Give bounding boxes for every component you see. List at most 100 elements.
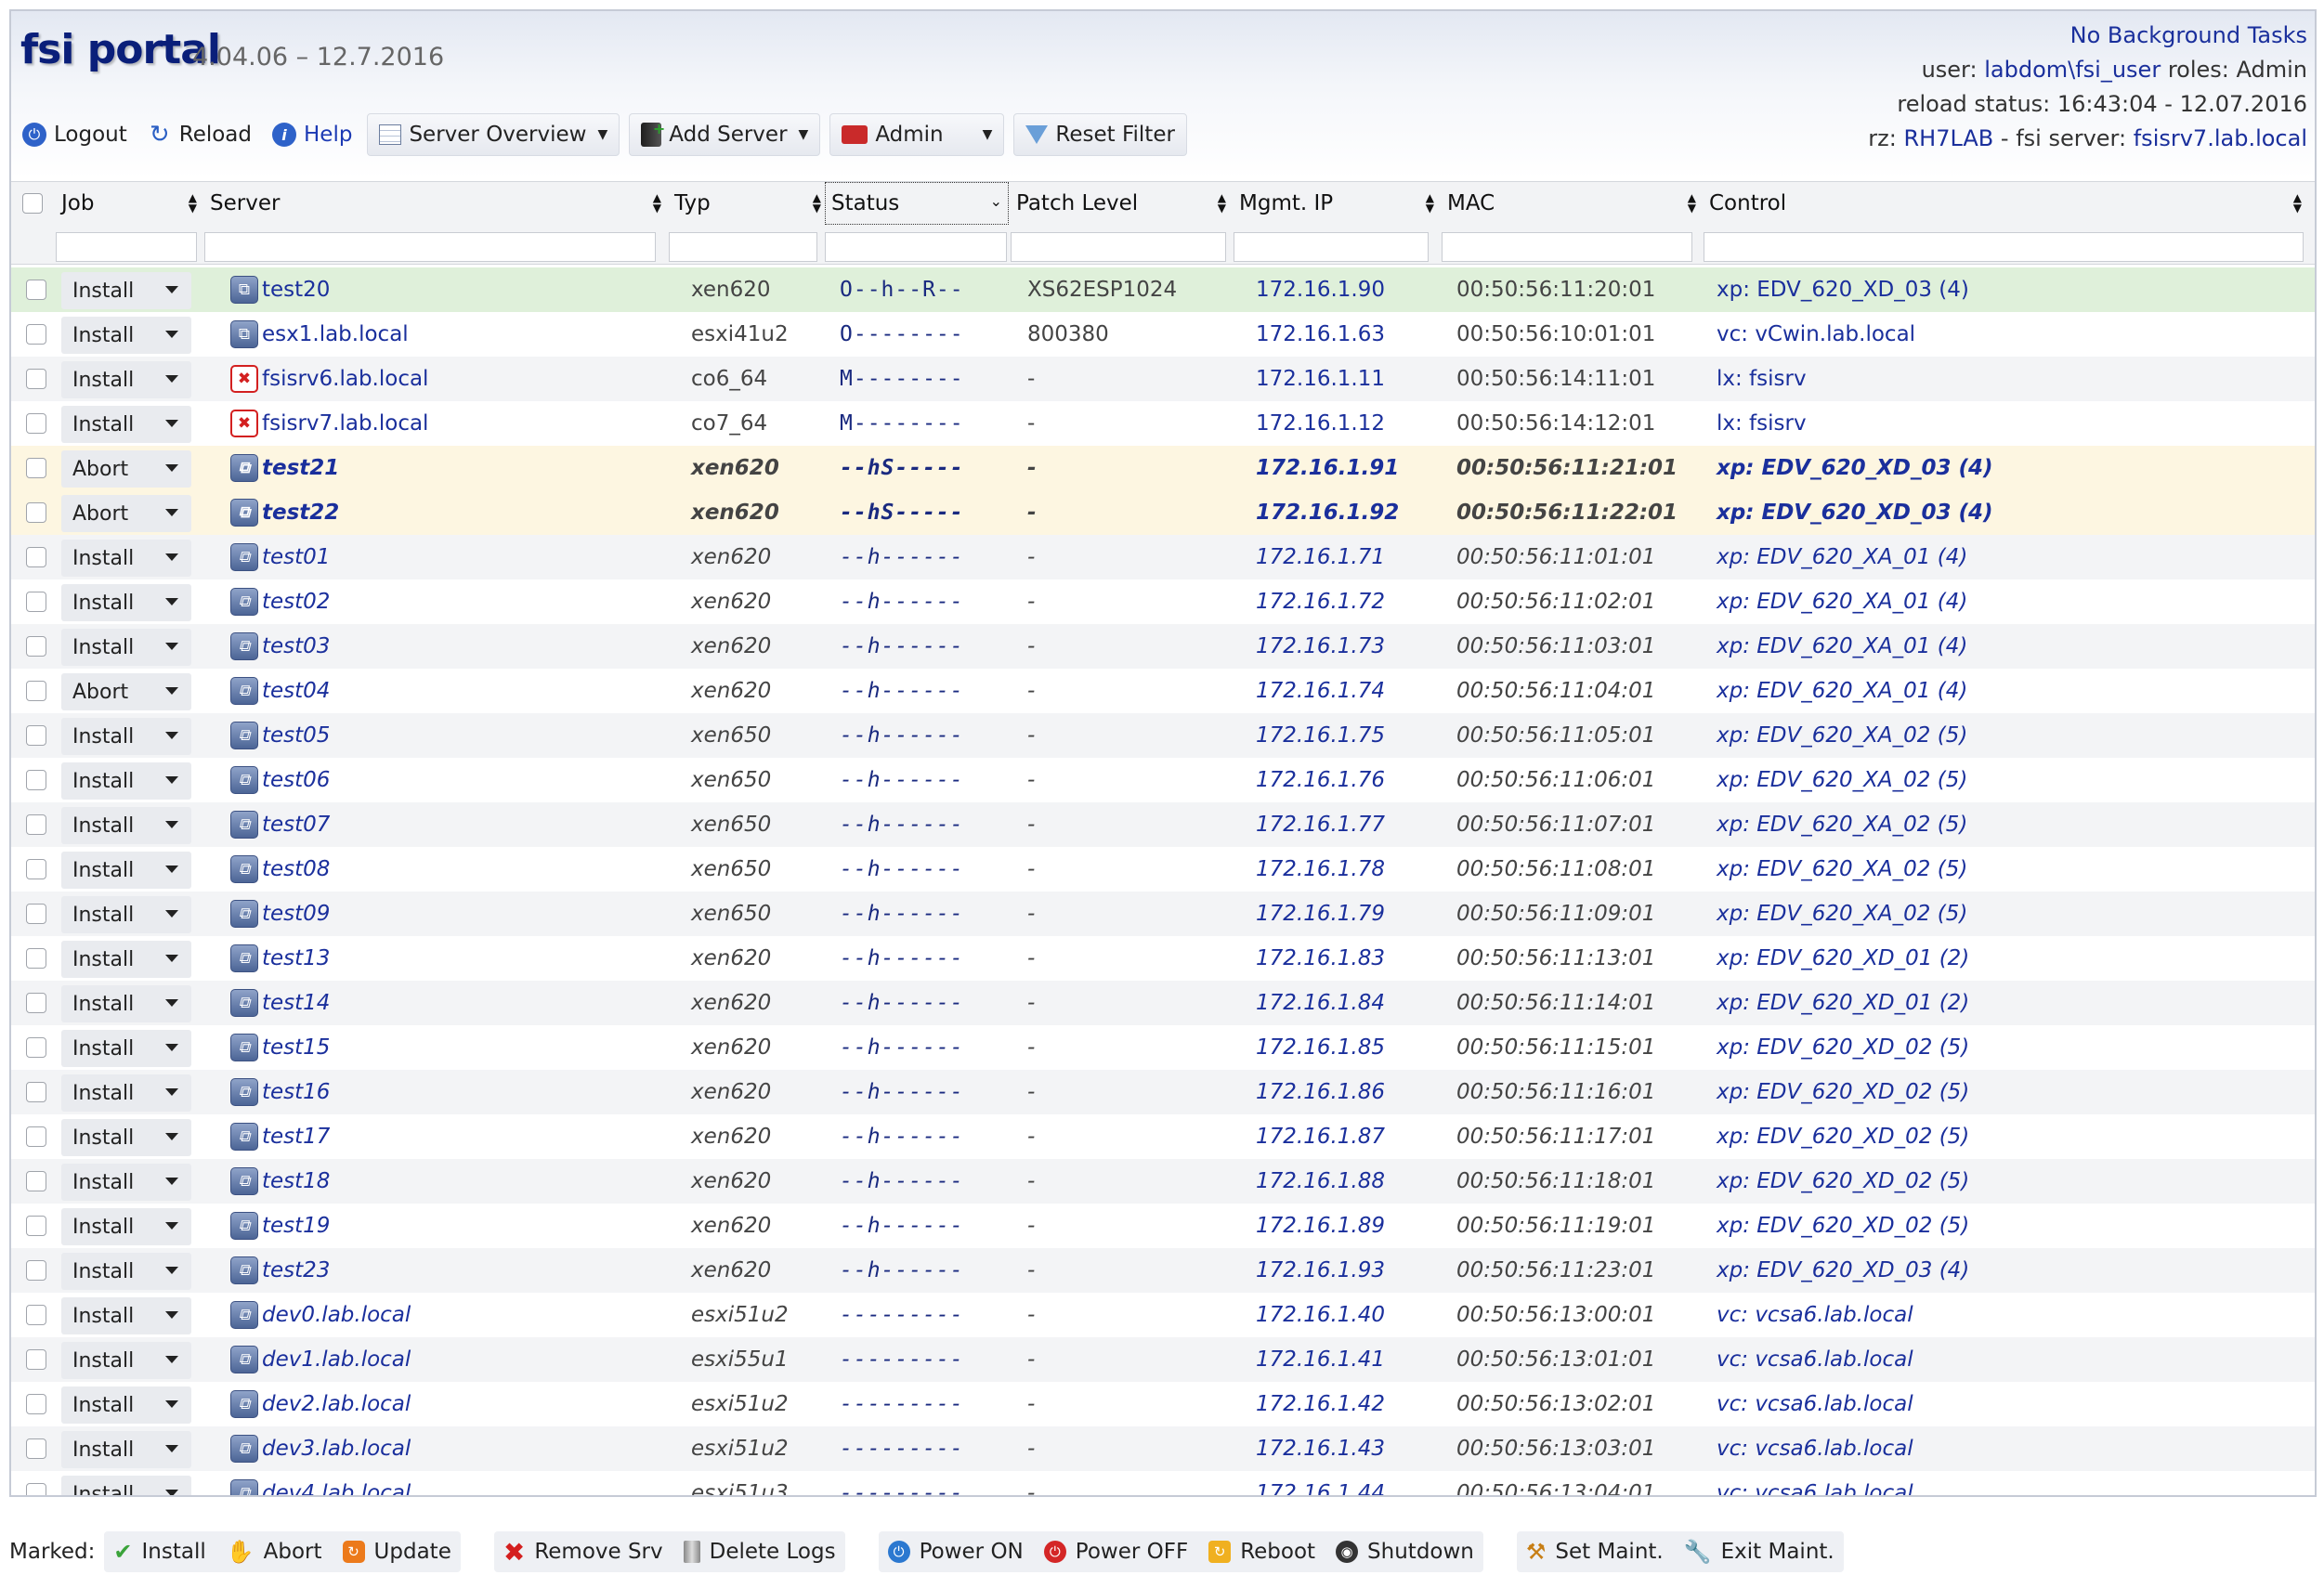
table-row[interactable]: Install ⧉ test18 xen620 --h------ - 172.16.1.8… [11,1159,2315,1204]
job-select[interactable]: Install [61,985,191,1022]
server-filter-input[interactable] [204,232,656,262]
column-mgmt-ip[interactable]: Mgmt. IP ▲ ▼ [1234,182,1440,225]
control-cell[interactable]: xp: EDV_620_XD_02 (5) [1717,1070,1969,1114]
control-cell[interactable]: xp: EDV_620_XA_02 (5) [1717,758,1967,802]
server-link[interactable]: test18 [262,1169,330,1193]
server-link[interactable]: test08 [262,857,330,881]
job-select[interactable]: Abort [61,673,191,710]
job-select[interactable]: Install [61,1476,191,1495]
job-filter-input[interactable] [56,232,197,262]
server-link[interactable]: test05 [262,723,330,748]
mgmt-ip-cell[interactable]: 172.16.1.86 [1256,1070,1385,1114]
add-server-menu[interactable]: + Add Server ▼ [629,113,821,156]
job-select[interactable]: Install [61,1297,191,1334]
fsi-server-link[interactable]: fsisrv7.lab.local [2134,125,2307,151]
server-overview-menu[interactable]: Server Overview ▼ [367,113,620,156]
server-link[interactable]: dev3.lab.local [262,1437,411,1461]
control-cell[interactable]: xp: EDV_620_XA_02 (5) [1717,847,1967,892]
job-select[interactable]: Install [61,1253,191,1290]
row-checkbox[interactable] [26,1171,46,1191]
control-cell[interactable]: xp: EDV_620_XD_01 (2) [1717,981,1969,1025]
row-checkbox[interactable] [26,1438,46,1459]
control-cell[interactable]: lx: fsisrv [1717,401,1807,446]
job-select[interactable]: Install [61,540,191,577]
column-typ[interactable]: Typ ▲ ▼ [669,182,827,225]
table-row[interactable]: Install ⧉ test07 xen650 --h------ - 172.16.1.7… [11,802,2315,847]
abort-marked-button[interactable]: ✋ Abort [227,1539,322,1565]
table-row[interactable]: Install ⧉ test05 xen650 --h------ - 172.16.1.7… [11,713,2315,758]
reset-filter-button[interactable]: Reset Filter [1013,113,1187,156]
row-checkbox[interactable] [26,592,46,612]
update-marked-button[interactable]: ↻ Update [342,1540,451,1564]
reboot-button[interactable]: ↻ Reboot [1208,1540,1315,1564]
table-row[interactable]: Install ⧉ test17 xen620 --h------ - 172.16.1.8… [11,1114,2315,1159]
row-checkbox[interactable] [26,725,46,746]
control-cell[interactable]: xp: EDV_620_XA_02 (5) [1717,802,1967,847]
column-control[interactable]: Control ▲ ▼ [1704,182,2307,225]
job-select[interactable]: Install [61,1074,191,1112]
mgmt-ip-cell[interactable]: 172.16.1.83 [1256,936,1385,981]
mgmt-ip-cell[interactable]: 172.16.1.43 [1256,1426,1385,1471]
mgmt-ip-cell[interactable]: 172.16.1.79 [1256,892,1385,936]
row-checkbox[interactable] [26,814,46,835]
table-row[interactable]: Abort ⧉ test04 xen620 --h------ - 172.16.1.74 0… [11,669,2315,713]
control-cell[interactable]: vc: vCwin.lab.local [1717,312,1915,357]
table-row[interactable]: Install ⧉ test23 xen620 --h------ - 172.16.1.9… [11,1248,2315,1293]
patch-filter-input[interactable] [1011,232,1226,262]
rz-link[interactable]: RH7LAB [1903,125,1993,151]
column-patch-level[interactable]: Patch Level ▲ ▼ [1011,182,1232,225]
table-row[interactable]: Install ⧉ dev1.lab.local esxi55u1 --------- -… [11,1337,2315,1382]
column-job[interactable]: Job ▲ ▼ [56,182,202,225]
control-cell[interactable]: xp: EDV_620_XD_02 (5) [1717,1159,1969,1204]
table-row[interactable]: Install ⧉ test09 xen650 --h------ - 172.16.1.7… [11,892,2315,936]
server-link[interactable]: esx1.lab.local [262,322,409,346]
job-select[interactable]: Install [61,1208,191,1245]
reload-button[interactable]: ↻ Reload [142,113,257,156]
table-row[interactable]: Install ⧉ test20 xen620 O--h--R-- XS62ESP1024… [11,267,2315,312]
mgmt-ip-cell[interactable]: 172.16.1.76 [1256,758,1385,802]
table-row[interactable]: Install ✖ fsisrv6.lab.local co6_64 M--------… [11,357,2315,401]
job-select[interactable]: Install [61,807,191,844]
column-mac[interactable]: MAC ▲ ▼ [1442,182,1702,225]
table-row[interactable]: Abort ⧉ test21 xen620 --hS----- - 172.16.1.91 0… [11,446,2315,490]
table-row[interactable]: Install ⧉ test02 xen620 --h------ - 172.16.1.7… [11,579,2315,624]
job-select[interactable]: Install [61,272,191,309]
server-link[interactable]: test02 [262,590,330,614]
control-cell[interactable]: xp: EDV_620_XA_02 (5) [1717,713,1967,758]
server-link[interactable]: test19 [262,1214,330,1238]
server-link[interactable]: test09 [262,902,330,926]
mgmt-ip-cell[interactable]: 172.16.1.11 [1256,357,1385,401]
control-filter-input[interactable] [1704,232,2304,262]
job-select[interactable]: Install [61,1119,191,1156]
table-row[interactable]: Install ⧉ test16 xen620 --h------ - 172.16.1.8… [11,1070,2315,1114]
job-select[interactable]: Install [61,317,191,354]
server-link[interactable]: test06 [262,768,330,792]
mgmt-ip-cell[interactable]: 172.16.1.77 [1256,802,1385,847]
server-link[interactable]: test15 [262,1035,330,1060]
control-cell[interactable]: xp: EDV_620_XD_03 (4) [1717,490,1992,535]
job-select[interactable]: Abort [61,495,191,532]
mgmt-ip-cell[interactable]: 172.16.1.71 [1256,535,1385,579]
job-select[interactable]: Install [61,629,191,666]
control-cell[interactable]: xp: EDV_620_XA_01 (4) [1717,535,1967,579]
server-link[interactable]: dev1.lab.local [262,1347,411,1372]
logout-button[interactable]: ⏻ Logout [17,113,133,156]
table-row[interactable]: Install ⧉ test06 xen650 --h------ - 172.16.1.7… [11,758,2315,802]
row-checkbox[interactable] [26,1082,46,1102]
mgmt-ip-cell[interactable]: 172.16.1.92 [1256,490,1399,535]
mgmt-ip-cell[interactable]: 172.16.1.41 [1256,1337,1385,1382]
mgmt-ip-cell[interactable]: 172.16.1.63 [1256,312,1385,357]
control-cell[interactable]: xp: EDV_620_XD_02 (5) [1717,1114,1969,1159]
server-link[interactable]: test22 [262,501,339,525]
control-cell[interactable]: vc: vcsa6.lab.local [1717,1426,1913,1471]
server-link[interactable]: test07 [262,813,330,837]
job-select[interactable]: Install [61,852,191,889]
control-cell[interactable]: xp: EDV_620_XD_03 (4) [1717,446,1992,490]
select-all-checkbox[interactable] [22,193,43,214]
row-checkbox[interactable] [26,1216,46,1236]
control-cell[interactable]: vc: vcsa6.lab.local [1717,1337,1913,1382]
server-link[interactable]: test04 [262,679,330,703]
exit-maint-button[interactable]: 🔧 Exit Maint. [1684,1539,1834,1565]
row-checkbox[interactable] [26,770,46,790]
table-row[interactable]: Install ⧉ dev4.lab.local esxi51u3 --------- -… [11,1471,2315,1495]
